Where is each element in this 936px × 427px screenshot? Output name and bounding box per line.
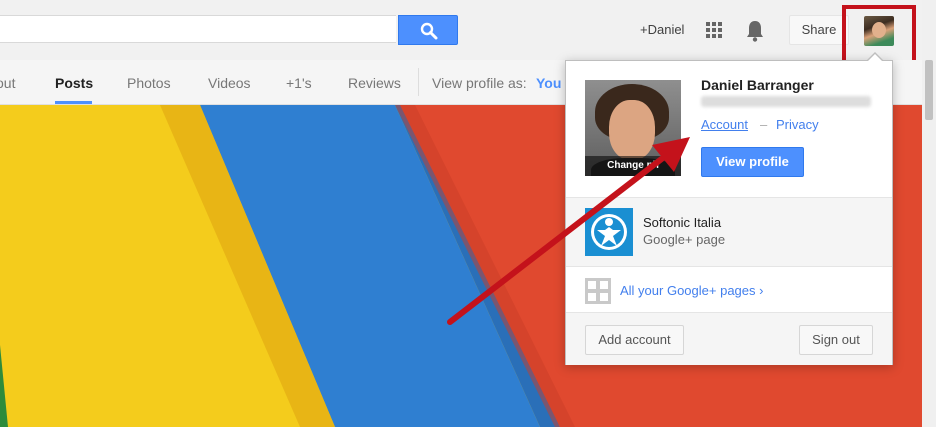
search-button[interactable] bbox=[398, 15, 458, 45]
dropdown-pointer-fill bbox=[867, 54, 883, 62]
tab-videos[interactable]: Videos bbox=[208, 75, 251, 91]
pages-icon bbox=[585, 278, 611, 304]
account-email-blurred bbox=[701, 96, 871, 107]
tab-reviews[interactable]: Reviews bbox=[348, 75, 401, 91]
all-pages-link[interactable]: All your Google+ pages › bbox=[620, 283, 763, 298]
apps-grid-icon[interactable] bbox=[706, 22, 722, 38]
tab-about[interactable]: out bbox=[0, 75, 15, 91]
divider bbox=[566, 266, 892, 267]
view-profile-as-label: View profile as: bbox=[432, 75, 527, 91]
add-account-button[interactable]: Add account bbox=[585, 325, 684, 355]
view-profile-button[interactable]: View profile bbox=[701, 147, 804, 177]
sign-out-button[interactable]: Sign out bbox=[799, 325, 873, 355]
link-separator: – bbox=[760, 117, 768, 132]
account-name: Daniel Barranger bbox=[701, 77, 814, 93]
view-profile-as-select[interactable]: You bbox=[536, 75, 561, 91]
profile-link[interactable]: +Daniel bbox=[640, 22, 684, 37]
profile-photo[interactable]: Change ph bbox=[585, 80, 681, 176]
tab-photos[interactable]: Photos bbox=[127, 75, 171, 91]
bell-icon[interactable] bbox=[746, 20, 764, 42]
photo-face bbox=[609, 100, 655, 160]
softonic-page-icon bbox=[585, 208, 633, 256]
tab-plus-ones[interactable]: +1's bbox=[286, 75, 312, 91]
tab-divider bbox=[418, 68, 419, 96]
page-type: Google+ page bbox=[643, 232, 726, 247]
active-tab-indicator bbox=[55, 101, 92, 104]
scrollbar-thumb[interactable] bbox=[925, 60, 933, 120]
change-photo-button[interactable]: Change ph bbox=[585, 156, 681, 176]
privacy-link[interactable]: Privacy bbox=[776, 117, 819, 132]
search-input[interactable] bbox=[0, 15, 396, 43]
tab-posts[interactable]: Posts bbox=[55, 75, 93, 91]
page-name[interactable]: Softonic Italia bbox=[643, 215, 721, 230]
search-icon bbox=[420, 22, 438, 40]
share-button[interactable]: Share bbox=[789, 15, 849, 45]
account-link[interactable]: Account bbox=[701, 117, 748, 132]
